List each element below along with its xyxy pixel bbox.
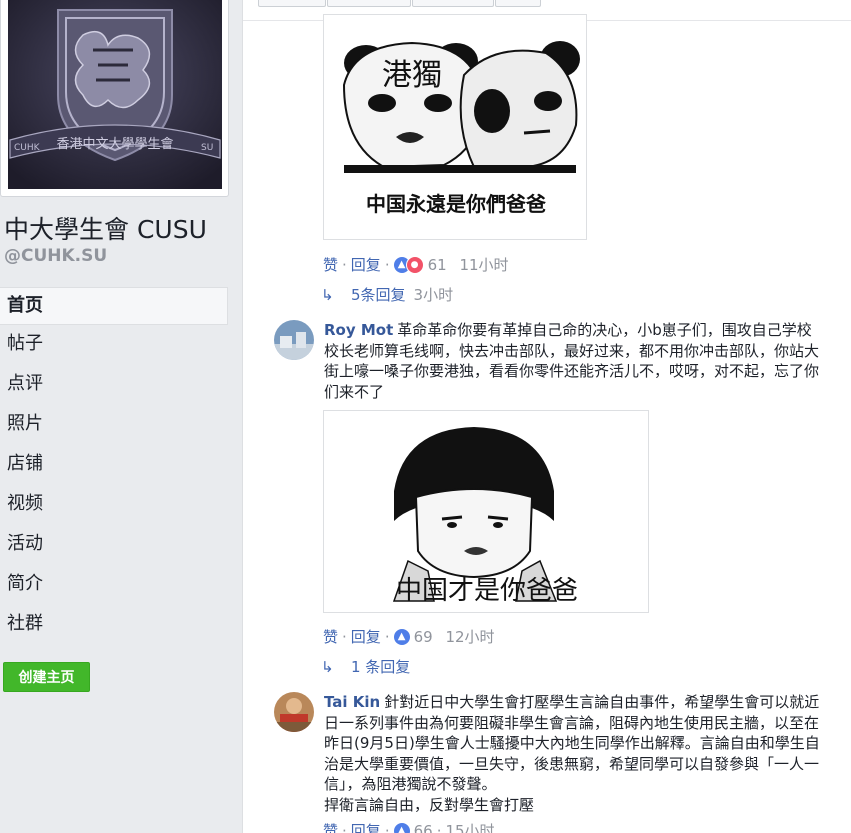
- reaction-icons[interactable]: ▲: [393, 628, 410, 645]
- svg-text:SU: SU: [201, 143, 213, 153]
- reaction-count[interactable]: 66: [414, 822, 433, 833]
- svg-text:香港中文大學學生會: 香港中文大學學生會: [56, 137, 173, 152]
- comment-timestamp[interactable]: 15小时: [445, 820, 494, 833]
- separator-dot: ·: [384, 255, 390, 274]
- comment-timestamp[interactable]: 12小时: [445, 626, 494, 647]
- left-sidebar: 香港中文大學學生會 CUHK SU 中大學生會 CUSU @CUHK.SU 首页…: [0, 0, 240, 833]
- reaction-icons[interactable]: ▲ ●: [393, 255, 424, 274]
- separator-dot: [451, 256, 456, 274]
- separator-dot: ·: [436, 821, 442, 833]
- view-replies[interactable]: ↳ 1 条回复: [321, 656, 410, 677]
- comment-actions: 赞 · 回复 · ▲ 69 12小时: [323, 626, 495, 647]
- nav-item-reviews[interactable]: 点评: [0, 365, 228, 405]
- nav-item-events[interactable]: 活动: [0, 525, 228, 565]
- separator-dot: ·: [342, 627, 347, 646]
- separator-dot: ·: [342, 255, 347, 274]
- reaction-icons[interactable]: ▲: [393, 822, 410, 833]
- comment-text: 革命革命你要有革掉自己命的决心，小b崽子们，围攻自己学校校长老师算毛线啊，快去冲…: [324, 321, 820, 401]
- separator-dot: ·: [384, 821, 390, 833]
- profile-picture[interactable]: 香港中文大學學生會 CUHK SU: [8, 0, 222, 189]
- like-link[interactable]: 赞: [323, 820, 338, 833]
- haha-icon: ●: [405, 255, 424, 274]
- svg-text:中国永遠是你們爸爸: 中国永遠是你們爸爸: [366, 192, 546, 216]
- mushroom-head-meme-sticker: 中国才是你爸爸: [324, 411, 648, 612]
- like-link[interactable]: 赞: [323, 254, 338, 275]
- svg-text:CUHK: CUHK: [14, 143, 41, 153]
- reply-arrow-icon: ↳: [321, 657, 334, 676]
- comment-text: 針對近日中大學生會打壓學生言論自由事件，希望學生會可以就近日一系列事件由為何要阻…: [324, 693, 820, 793]
- replies-count-link[interactable]: 5条回复: [351, 284, 406, 305]
- page-nav: 首页 帖子 点评 照片 店铺 视频 活动 简介 社群: [0, 287, 228, 645]
- toolbar-button[interactable]: [258, 0, 326, 7]
- svg-text:港獨: 港獨: [382, 58, 442, 93]
- comment-feed: 港獨 中国永遠是你們爸爸 赞 · 回复 · ▲ ● 61 11小时 ↳ 5条回复…: [242, 0, 851, 833]
- replies-count-link[interactable]: 1 条回复: [351, 656, 410, 677]
- reaction-count[interactable]: 61: [428, 256, 447, 274]
- panda-meme-sticker: 港獨 中国永遠是你們爸爸: [324, 15, 586, 239]
- avatar[interactable]: [274, 692, 314, 732]
- comment-body: Roy Mot 革命革命你要有革掉自己命的决心，小b崽子们，围攻自己学校校长老师算…: [324, 320, 824, 402]
- thumbs-up-icon: ▲: [393, 822, 410, 833]
- user-avatar-icon: [274, 320, 314, 360]
- toolbar-button[interactable]: [327, 0, 411, 7]
- nav-item-photos[interactable]: 照片: [0, 405, 228, 445]
- nav-item-community[interactable]: 社群: [0, 605, 228, 645]
- comment-sticker[interactable]: 港獨 中国永遠是你們爸爸: [323, 14, 587, 240]
- comment-actions: 赞 · 回复 · ▲ ● 61 11小时: [323, 254, 509, 275]
- separator-dot: ·: [384, 627, 390, 646]
- svg-text:中国才是你爸爸: 中国才是你爸爸: [396, 576, 578, 606]
- page-username[interactable]: @CUHK.SU: [4, 246, 107, 266]
- user-avatar-icon: [274, 692, 314, 732]
- separator-dot: [437, 628, 442, 646]
- reply-link[interactable]: 回复: [351, 820, 381, 833]
- comment-actions: 赞 · 回复 · ▲ 66 · 15小时: [323, 820, 495, 833]
- nav-item-posts[interactable]: 帖子: [0, 325, 228, 365]
- comment-author[interactable]: Tai Kin: [324, 693, 380, 711]
- toolbar-button[interactable]: [495, 0, 541, 7]
- comment-author[interactable]: Roy Mot: [324, 321, 393, 339]
- nav-item-shop[interactable]: 店铺: [0, 445, 228, 485]
- comment-text-line: 捍衛言論自由，反對學生會打壓: [324, 795, 535, 814]
- view-replies[interactable]: ↳ 5条回复 3小时: [321, 284, 453, 305]
- create-page-button[interactable]: 创建主页: [3, 662, 90, 692]
- reply-link[interactable]: 回复: [351, 254, 381, 275]
- profile-picture-frame[interactable]: 香港中文大學學生會 CUHK SU: [0, 0, 229, 197]
- nav-item-about[interactable]: 简介: [0, 565, 228, 605]
- page-title[interactable]: 中大學生會 CUSU: [4, 210, 207, 246]
- toolbar-button[interactable]: [412, 0, 494, 7]
- nav-item-home[interactable]: 首页: [0, 287, 228, 325]
- reaction-count[interactable]: 69: [414, 628, 433, 646]
- thumbs-up-icon: ▲: [393, 628, 410, 645]
- replies-timestamp: 3小时: [413, 286, 454, 304]
- like-link[interactable]: 赞: [323, 626, 338, 647]
- reply-arrow-icon: ↳: [321, 285, 334, 304]
- separator-dot: ·: [342, 821, 347, 833]
- avatar[interactable]: [274, 320, 314, 360]
- cusu-logo-icon: 香港中文大學學生會 CUHK SU: [8, 0, 222, 189]
- comment-body: Tai Kin 針對近日中大學生會打壓學生言論自由事件，希望學生會可以就近日一系列…: [324, 692, 824, 815]
- comment-sticker[interactable]: 中国才是你爸爸: [323, 410, 649, 613]
- reply-link[interactable]: 回复: [351, 626, 381, 647]
- nav-item-videos[interactable]: 视频: [0, 485, 228, 525]
- comment-timestamp[interactable]: 11小时: [459, 254, 508, 275]
